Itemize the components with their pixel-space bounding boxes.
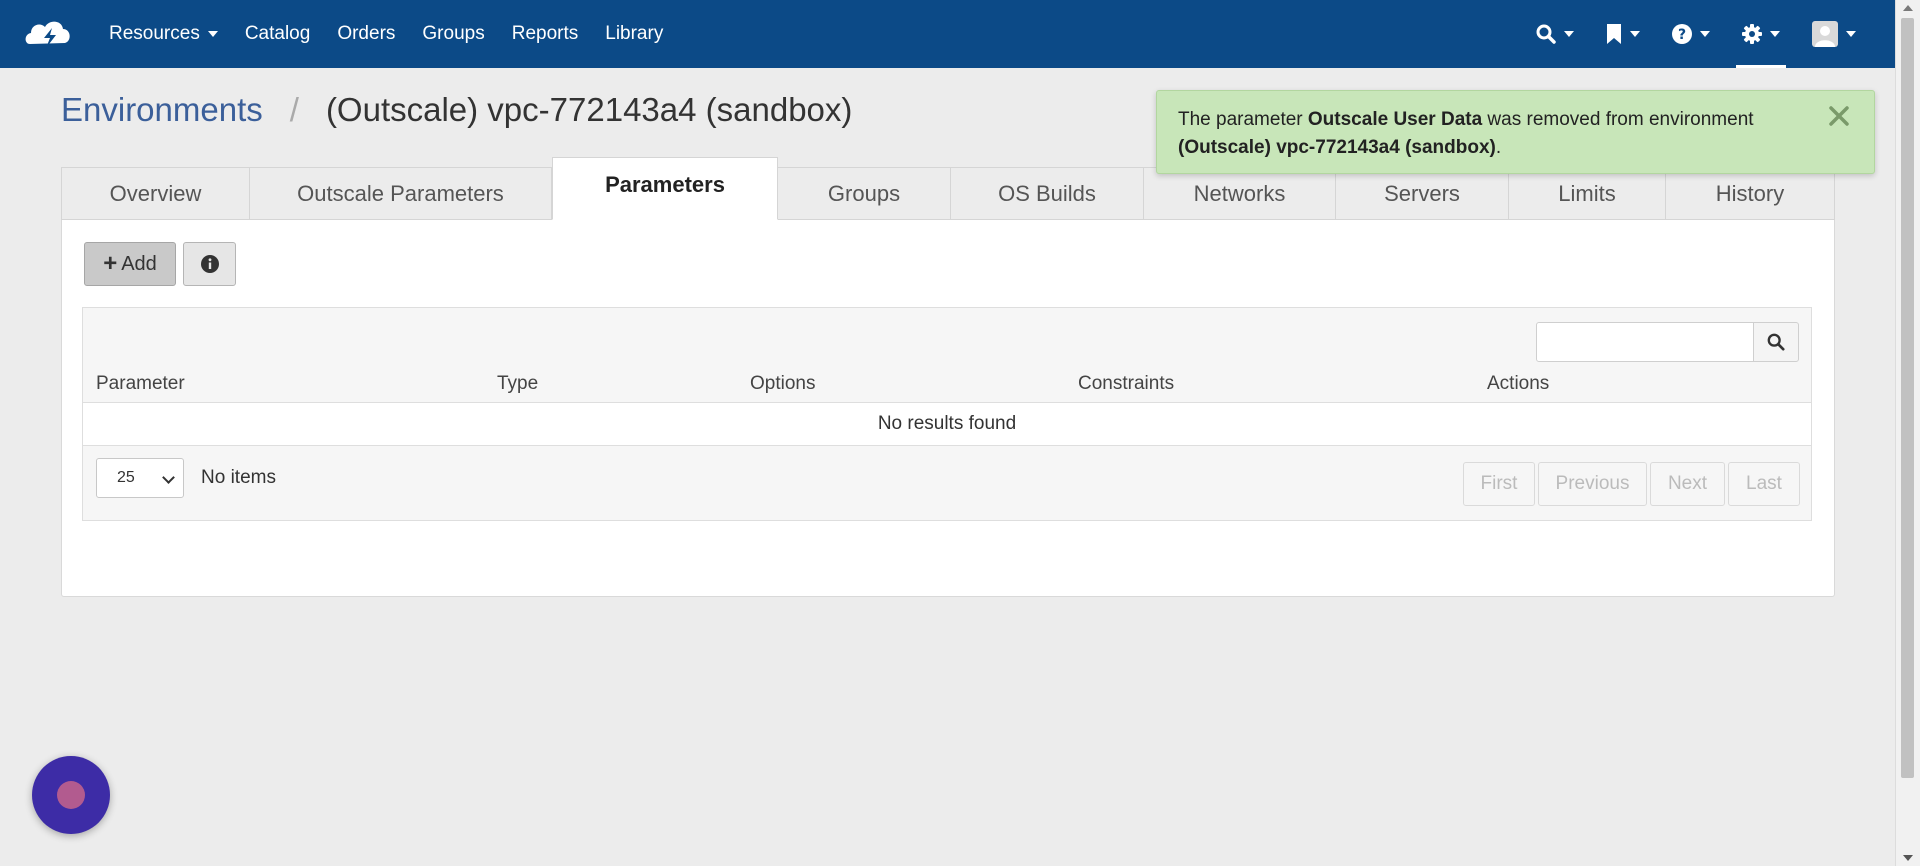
caret-down-icon (207, 31, 218, 37)
item-count: No items (201, 467, 276, 488)
nav-resources-label: Resources (109, 23, 200, 44)
scroll-down-arrow-icon[interactable] (1903, 855, 1913, 861)
avatar (1812, 21, 1838, 47)
caret-down-icon (1564, 31, 1574, 37)
add-parameter-button[interactable]: + Add (84, 242, 176, 286)
tab-limits[interactable]: Limits (1509, 168, 1666, 219)
caret-down-icon (1630, 31, 1640, 37)
column-header-constraints[interactable]: Constraints (1078, 373, 1174, 395)
help-icon: ? (1672, 24, 1692, 44)
info-icon (200, 255, 219, 273)
tab-servers[interactable]: Servers (1336, 168, 1509, 219)
gear-icon (1742, 24, 1762, 44)
scroll-thumb[interactable] (1901, 18, 1914, 778)
tab-history[interactable]: History (1666, 168, 1834, 219)
column-header-parameter[interactable]: Parameter (96, 373, 185, 395)
cloudbolt-logo-icon[interactable] (22, 14, 74, 54)
caret-down-icon (1770, 31, 1780, 37)
table-search-button[interactable] (1753, 322, 1799, 362)
success-notification: The parameter Outscale User Data was rem… (1156, 90, 1875, 174)
page-size-value: 25 (117, 469, 135, 486)
close-icon[interactable] (1826, 103, 1852, 129)
notification-middle: was removed from environment (1482, 109, 1754, 130)
pager-first-button[interactable]: First (1463, 462, 1535, 506)
tab-bar: Overview Outscale Parameters Parameters … (61, 157, 1835, 220)
scroll-up-arrow-icon[interactable] (1903, 5, 1913, 11)
pager-last-button[interactable]: Last (1728, 462, 1800, 506)
settings-menu[interactable] (1726, 0, 1796, 68)
svg-text:?: ? (1678, 27, 1686, 43)
nav-reports[interactable]: Reports (512, 23, 579, 45)
bookmark-icon (1607, 24, 1621, 44)
help-menu[interactable]: ? (1656, 0, 1726, 68)
notification-message: The parameter Outscale User Data was rem… (1178, 106, 1798, 162)
nav-catalog[interactable]: Catalog (245, 23, 311, 45)
info-button[interactable] (183, 242, 236, 286)
chat-widget-button[interactable] (32, 756, 110, 834)
bookmark-menu[interactable] (1590, 0, 1656, 68)
nav-library[interactable]: Library (605, 23, 663, 45)
top-navbar: Resources Catalog Orders Groups Reports … (0, 0, 1896, 68)
chat-icon (57, 781, 85, 809)
empty-table-row: No results found (83, 402, 1811, 446)
column-header-type[interactable]: Type (497, 373, 538, 395)
page-title: (Outscale) vpc-772143a4 (sandbox) (325, 91, 853, 128)
search-icon (1536, 24, 1556, 44)
nav-orders[interactable]: Orders (337, 23, 395, 45)
tab-overview[interactable]: Overview (62, 168, 250, 219)
notification-env-name: (Outscale) vpc-772143a4 (sandbox) (1178, 137, 1496, 158)
breadcrumb-environments-link[interactable]: Environments (61, 91, 263, 129)
tab-outscale-parameters[interactable]: Outscale Parameters (250, 168, 552, 219)
page-size-select[interactable]: 25 (96, 458, 184, 498)
caret-down-icon (1700, 31, 1710, 37)
nav-groups[interactable]: Groups (422, 23, 484, 45)
tab-os-builds[interactable]: OS Builds (951, 168, 1144, 219)
search-icon (1767, 333, 1785, 351)
add-button-label: Add (121, 252, 157, 275)
user-menu[interactable] (1796, 0, 1872, 68)
tab-groups[interactable]: Groups (778, 168, 951, 219)
column-header-options[interactable]: Options (750, 373, 815, 395)
column-header-actions: Actions (1487, 373, 1550, 394)
tab-parameters[interactable]: Parameters (552, 157, 778, 220)
breadcrumb-separator: / (289, 91, 299, 128)
no-results-text: No results found (877, 413, 1017, 434)
pager-previous-button[interactable]: Previous (1538, 462, 1647, 506)
notification-param-name: Outscale User Data (1307, 109, 1483, 130)
notification-prefix: The parameter (1178, 109, 1308, 130)
tab-networks[interactable]: Networks (1144, 168, 1336, 219)
chevron-down-icon (162, 471, 175, 484)
pager-next-button[interactable]: Next (1650, 462, 1725, 506)
caret-down-icon (1846, 31, 1856, 37)
search-menu[interactable] (1520, 0, 1590, 68)
nav-resources[interactable]: Resources (109, 23, 218, 45)
plus-icon: + (103, 250, 118, 277)
breadcrumb: Environments / (Outscale) vpc-772143a4 (… (61, 91, 852, 129)
page-scrollbar[interactable] (1895, 0, 1920, 866)
table-search-input[interactable] (1536, 322, 1754, 362)
notification-suffix: . (1495, 137, 1502, 158)
